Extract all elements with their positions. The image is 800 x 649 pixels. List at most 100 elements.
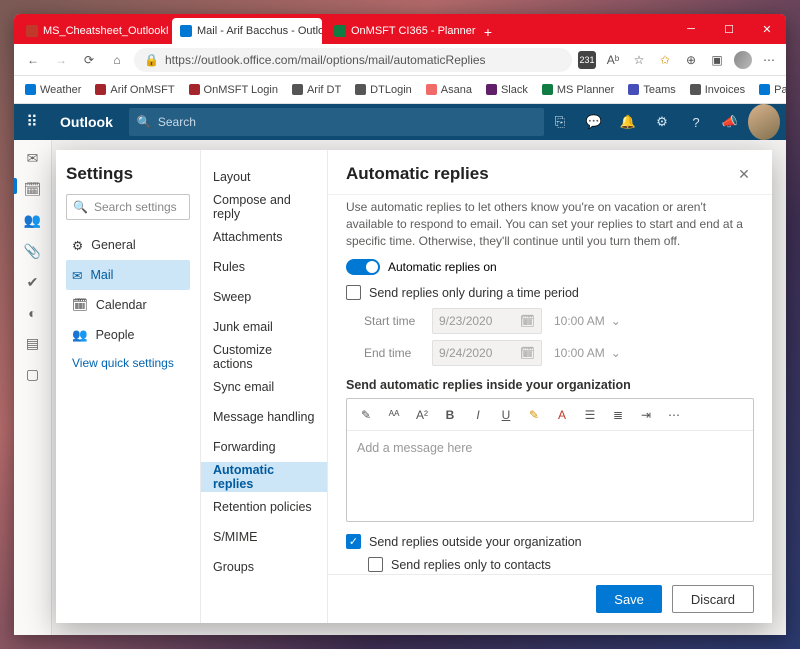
- settings-nav-people[interactable]: 👥People: [66, 320, 190, 350]
- favorite-link[interactable]: Invoices: [685, 82, 750, 98]
- settings-nav-general[interactable]: ⚙General: [66, 230, 190, 260]
- favorite-link[interactable]: Arif OnMSFT: [90, 82, 179, 98]
- bullet-list-icon[interactable]: ☰: [581, 406, 599, 424]
- settings-subnav-item[interactable]: Rules: [201, 252, 327, 282]
- favorite-link[interactable]: Arif DT: [287, 82, 346, 98]
- start-time-dropdown[interactable]: 10:00 AM⌄: [554, 314, 621, 328]
- settings-subnav-item[interactable]: Junk email: [201, 312, 327, 342]
- nav-forward-button[interactable]: →: [50, 49, 72, 71]
- settings-subnav-item[interactable]: Layout: [201, 162, 327, 192]
- settings-subnav-item[interactable]: Customize actions: [201, 342, 327, 372]
- url-input[interactable]: 🔒 https://outlook.office.com/mail/option…: [134, 48, 572, 72]
- nav-home-button[interactable]: ⌂: [106, 49, 128, 71]
- nav-refresh-button[interactable]: ⟳: [78, 49, 100, 71]
- help-icon[interactable]: ?: [680, 104, 712, 140]
- outside-org-checkbox[interactable]: ✓ Send replies outside your organization: [346, 534, 754, 549]
- nav-back-button[interactable]: ←: [22, 49, 44, 71]
- settings-subnav-item[interactable]: Groups: [201, 552, 327, 582]
- settings-nav-calendar[interactable]: 🗓Calendar: [66, 290, 190, 320]
- more-formatting-icon[interactable]: ⋯: [665, 406, 683, 424]
- extensions-icon[interactable]: ▣: [708, 51, 726, 69]
- favorite-link[interactable]: OnMSFT Login: [184, 82, 283, 98]
- search-placeholder: Search: [158, 115, 196, 129]
- favorite-star-icon[interactable]: ☆: [630, 51, 648, 69]
- time-period-checkbox[interactable]: Send replies only during a time period: [346, 285, 754, 300]
- favorite-link[interactable]: Slack: [481, 82, 533, 98]
- window-maximize-button[interactable]: ☐: [710, 14, 748, 44]
- app-launcher-icon[interactable]: ⠿: [14, 104, 50, 140]
- discard-button[interactable]: Discard: [672, 585, 754, 613]
- rail-files-icon[interactable]: 📎: [24, 243, 41, 260]
- start-date-input[interactable]: 9/23/2020🗓: [432, 308, 542, 334]
- collections-icon[interactable]: ⊕: [682, 51, 700, 69]
- inside-org-textarea[interactable]: Add a message here: [347, 431, 753, 521]
- view-quick-settings-link[interactable]: View quick settings: [66, 350, 190, 376]
- settings-subnav-item[interactable]: Sweep: [201, 282, 327, 312]
- settings-subnav-item[interactable]: Attachments: [201, 222, 327, 252]
- panel-title: Automatic replies: [346, 164, 489, 184]
- underline-icon[interactable]: U: [497, 406, 515, 424]
- settings-search-input[interactable]: 🔍 Search settings: [66, 194, 190, 220]
- font-face-icon[interactable]: ᴬᴬ: [385, 406, 403, 424]
- browser-tab-2[interactable]: OnMSFT CI365 - Planner ✕: [326, 18, 476, 44]
- rail-calendar-icon[interactable]: 🗓: [24, 181, 42, 198]
- new-tab-button[interactable]: +: [476, 20, 500, 44]
- settings-subnav-item[interactable]: Sync email: [201, 372, 327, 402]
- italic-icon[interactable]: I: [469, 406, 487, 424]
- notifications-icon[interactable]: 🔔: [612, 104, 644, 140]
- settings-subnav-item[interactable]: Compose and reply: [201, 192, 327, 222]
- settings-subnav-item[interactable]: Forwarding: [201, 432, 327, 462]
- window-minimize-button[interactable]: ─: [672, 14, 710, 44]
- favorite-link[interactable]: DTLogin: [350, 82, 417, 98]
- search-icon: 🔍: [137, 115, 152, 129]
- favorite-plus-icon[interactable]: ✩: [656, 51, 674, 69]
- automatic-replies-toggle[interactable]: [346, 259, 380, 275]
- settings-subnav-automatic-replies[interactable]: Automatic replies: [201, 462, 327, 492]
- contacts-only-checkbox[interactable]: Send replies only to contacts: [368, 557, 754, 572]
- read-aloud-icon[interactable]: Aᵇ: [604, 51, 622, 69]
- favorite-link[interactable]: Pay: [754, 82, 786, 98]
- settings-subnav-item[interactable]: Retention policies: [201, 492, 327, 522]
- settings-nav-mail[interactable]: ✉Mail: [66, 260, 190, 290]
- browser-menu-button[interactable]: ⋯: [760, 51, 778, 69]
- favorite-link[interactable]: Weather: [20, 82, 86, 98]
- rail-item-icon[interactable]: ▢: [26, 366, 39, 383]
- bold-icon[interactable]: B: [441, 406, 459, 424]
- font-size-icon[interactable]: A²: [413, 406, 431, 424]
- whatsnew-icon[interactable]: 📣: [714, 104, 746, 140]
- indent-icon[interactable]: ⇥: [637, 406, 655, 424]
- browser-tab-0[interactable]: MS_Cheatsheet_OutlookMailOn… ✕: [18, 18, 168, 44]
- tab-label: OnMSFT CI365 - Planner: [351, 25, 476, 37]
- end-time-dropdown[interactable]: 10:00 AM⌄: [554, 346, 621, 360]
- favorite-link[interactable]: Asana: [421, 82, 477, 98]
- settings-sidebar-primary: Settings 🔍 Search settings ⚙General ✉Mai…: [56, 150, 200, 623]
- end-date-input[interactable]: 9/24/2020🗓: [432, 340, 542, 366]
- highlight-icon[interactable]: ✎: [357, 406, 375, 424]
- outlook-search-input[interactable]: 🔍 Search: [129, 108, 544, 136]
- settings-subnav-item[interactable]: Message handling: [201, 402, 327, 432]
- account-avatar[interactable]: [748, 104, 780, 140]
- window-close-button[interactable]: ✕: [748, 14, 786, 44]
- browser-tab-1[interactable]: Mail - Arif Bacchus - Outlook ✕: [172, 18, 322, 44]
- rail-people-icon[interactable]: 👥: [24, 212, 41, 229]
- outlook-chat-icon[interactable]: 💬: [578, 104, 610, 140]
- rail-mail-icon[interactable]: ✉: [27, 150, 39, 167]
- panel-close-button[interactable]: ✕: [734, 164, 754, 184]
- favorite-link[interactable]: MS Planner: [537, 82, 619, 98]
- shopping-icon[interactable]: 231: [578, 51, 596, 69]
- save-button[interactable]: Save: [596, 585, 662, 613]
- settings-gear-icon[interactable]: ⚙: [646, 104, 678, 140]
- text-highlight-icon[interactable]: ✎: [525, 406, 543, 424]
- tab-label: Mail - Arif Bacchus - Outlook: [197, 25, 322, 37]
- profile-avatar[interactable]: [734, 51, 752, 69]
- rail-item-icon[interactable]: ◐: [28, 305, 36, 321]
- rail-item-icon[interactable]: ▤: [26, 335, 39, 352]
- teams-call-icon[interactable]: ⎘: [544, 104, 576, 140]
- inside-org-label: Send automatic replies inside your organ…: [346, 378, 754, 392]
- rail-todo-icon[interactable]: ✔: [27, 274, 39, 291]
- favorite-link[interactable]: Teams: [623, 82, 680, 98]
- settings-subnav-item[interactable]: S/MIME: [201, 522, 327, 552]
- app-brand: Outlook: [50, 114, 123, 130]
- font-color-icon[interactable]: A: [553, 406, 571, 424]
- number-list-icon[interactable]: ≣: [609, 406, 627, 424]
